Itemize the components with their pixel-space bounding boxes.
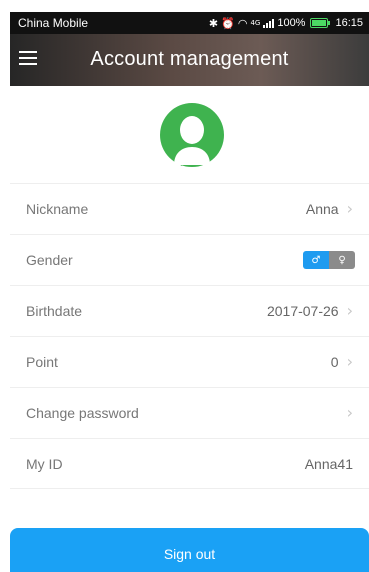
page-title: Account management [90,48,289,70]
point-value-group: 0 › [330,352,353,371]
my-id-value: Anna41 [304,455,353,472]
my-id-row: My ID Anna41 [10,438,369,489]
gender-label: Gender [26,252,73,268]
point-label: Point [26,354,58,370]
chevron-right-icon: › [346,352,353,371]
sign-out-label: Sign out [163,545,216,562]
nickname-value: Anna [305,201,339,217]
account-settings-list: Nickname Anna › Gender ♂ ♀ Birthdate 201… [10,183,369,489]
battery-icon [310,18,331,28]
battery-fill [312,20,327,26]
app-screen: China Mobile ✱ ⏰ ◠ 4G 100% 16:15 Account… [0,0,369,572]
status-bar: China Mobile ✱ ⏰ ◠ 4G 100% 16:15 [10,12,369,34]
clock-time: 16:15 [335,17,363,29]
change-password-label: Change password [26,405,139,421]
my-id-value-group: Anna41 [305,456,353,472]
chevron-right-icon: › [346,199,353,218]
alarm-icon: ⏰ [221,16,235,30]
battery-percent: 100% [277,17,306,29]
my-id-label: My ID [26,455,63,472]
birthdate-value: 2017-07-26 [266,303,339,319]
birthdate-row[interactable]: Birthdate 2017-07-26 › [10,285,369,336]
birthdate-value-group: 2017-07-26 › [266,301,353,320]
network-type: 4G [250,18,261,27]
birthdate-label: Birthdate [26,303,83,319]
nickname-label: Nickname [26,201,89,217]
header-bar: Account management [10,34,369,86]
point-row[interactable]: Point 0 › [10,336,369,387]
carrier-name: China Mobile [18,16,89,30]
change-password-value-group: › [347,405,353,421]
wifi-icon: ◠ [237,16,248,30]
change-password-row[interactable]: Change password › [10,387,369,438]
avatar[interactable] [160,103,224,167]
point-value: 0 [330,354,339,370]
male-option-icon[interactable]: ♂ [303,251,329,269]
signal-icon [263,18,275,28]
chevron-right-icon: › [346,403,353,422]
chevron-right-icon: › [346,301,353,320]
bluetooth-icon: ✱ [208,16,219,30]
status-icons: ✱ ⏰ ◠ 4G 100% 16:15 [209,17,363,29]
gender-toggle[interactable]: ♂ ♀ [303,251,355,269]
gender-row: Gender ♂ ♀ [10,234,369,285]
sign-out-button[interactable]: Sign out [10,528,369,572]
female-option-icon[interactable]: ♀ [329,251,355,269]
nickname-row[interactable]: Nickname Anna › [10,183,369,234]
user-avatar-icon [160,103,224,167]
nickname-value-group: Anna › [305,199,353,218]
